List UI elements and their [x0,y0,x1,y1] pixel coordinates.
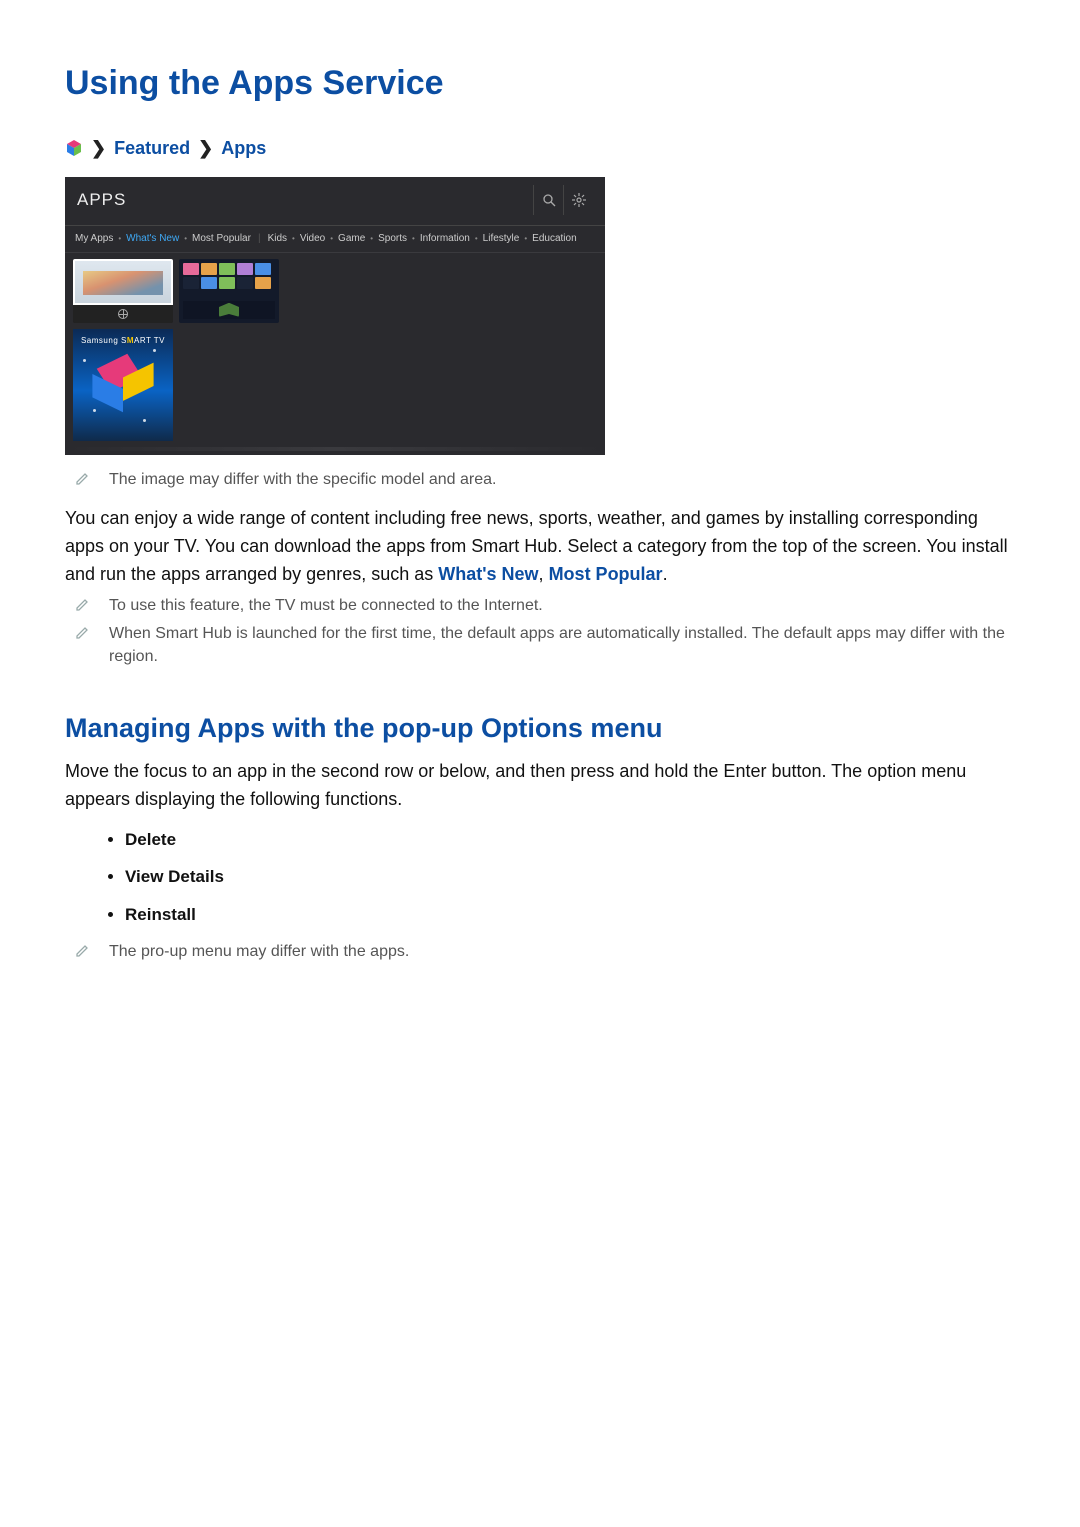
gear-icon[interactable] [563,185,593,215]
tv-cat-video[interactable]: Video [300,232,325,246]
tv-cat-whatsnew[interactable]: What's New [126,232,179,246]
smarttv-label-mid: M [127,336,134,345]
link-whats-new: What's New [438,564,538,584]
note-popup-differ: The pro-up menu may differ with the apps… [75,941,1015,963]
option-view-details: View Details [125,865,1015,889]
note-text: The image may differ with the specific m… [109,469,496,491]
chevron-right-icon: ❯ [198,136,213,161]
search-icon[interactable] [533,185,563,215]
tv-cat-kids[interactable]: Kids [268,232,287,246]
app-tile-smarttv[interactable]: Samsung SMART TV [73,329,173,441]
tv-apps-title: APPS [77,188,126,212]
tv-cat-lifestyle[interactable]: Lifestyle [483,232,520,246]
pen-icon [75,595,93,617]
tv-category-bar: My Apps • What's New • Most Popular | Ki… [65,226,605,253]
body-paragraph-2: Move the focus to an app in the second r… [65,758,1015,814]
breadcrumb-apps: Apps [221,136,266,161]
link-most-popular: Most Popular [549,564,663,584]
tv-cat-education[interactable]: Education [532,232,576,246]
page-title: Using the Apps Service [65,60,1015,108]
pen-icon [75,623,93,668]
app-tile-1[interactable] [73,259,173,323]
tv-screenshot: APPS My Apps • What's New • Most Popular… [65,177,605,455]
home-cube-icon [65,139,83,157]
tv-cat-sports[interactable]: Sports [378,232,407,246]
tv-cat-information[interactable]: Information [420,232,470,246]
option-delete: Delete [125,828,1015,852]
options-list: Delete View Details Reinstall [125,828,1015,927]
tv-cat-myapps[interactable]: My Apps [75,232,113,246]
note-text: The pro-up menu may differ with the apps… [109,941,409,963]
subheading-managing: Managing Apps with the pop-up Options me… [65,710,1015,748]
option-reinstall: Reinstall [125,903,1015,927]
app-tile-2[interactable] [179,259,279,323]
note-image-differ: The image may differ with the specific m… [75,469,1015,491]
pen-icon [75,469,93,491]
smarttv-label-suffix: ART TV [134,336,165,345]
breadcrumb-featured: Featured [114,136,190,161]
book-icon [219,303,239,317]
tv-cat-mostpopular[interactable]: Most Popular [192,232,251,246]
breadcrumb: ❯ Featured ❯ Apps [65,136,1015,161]
tv-cat-game[interactable]: Game [338,232,365,246]
pen-icon [75,941,93,963]
note-text: To use this feature, the TV must be conn… [109,595,543,617]
note-default-apps: When Smart Hub is launched for the first… [75,623,1015,668]
note-internet: To use this feature, the TV must be conn… [75,595,1015,617]
body-paragraph-1: You can enjoy a wide range of content in… [65,505,1015,589]
smarttv-label-prefix: Samsung S [81,336,127,345]
globe-icon [118,309,128,319]
note-text: When Smart Hub is launched for the first… [109,623,1015,668]
chevron-right-icon: ❯ [91,136,106,161]
